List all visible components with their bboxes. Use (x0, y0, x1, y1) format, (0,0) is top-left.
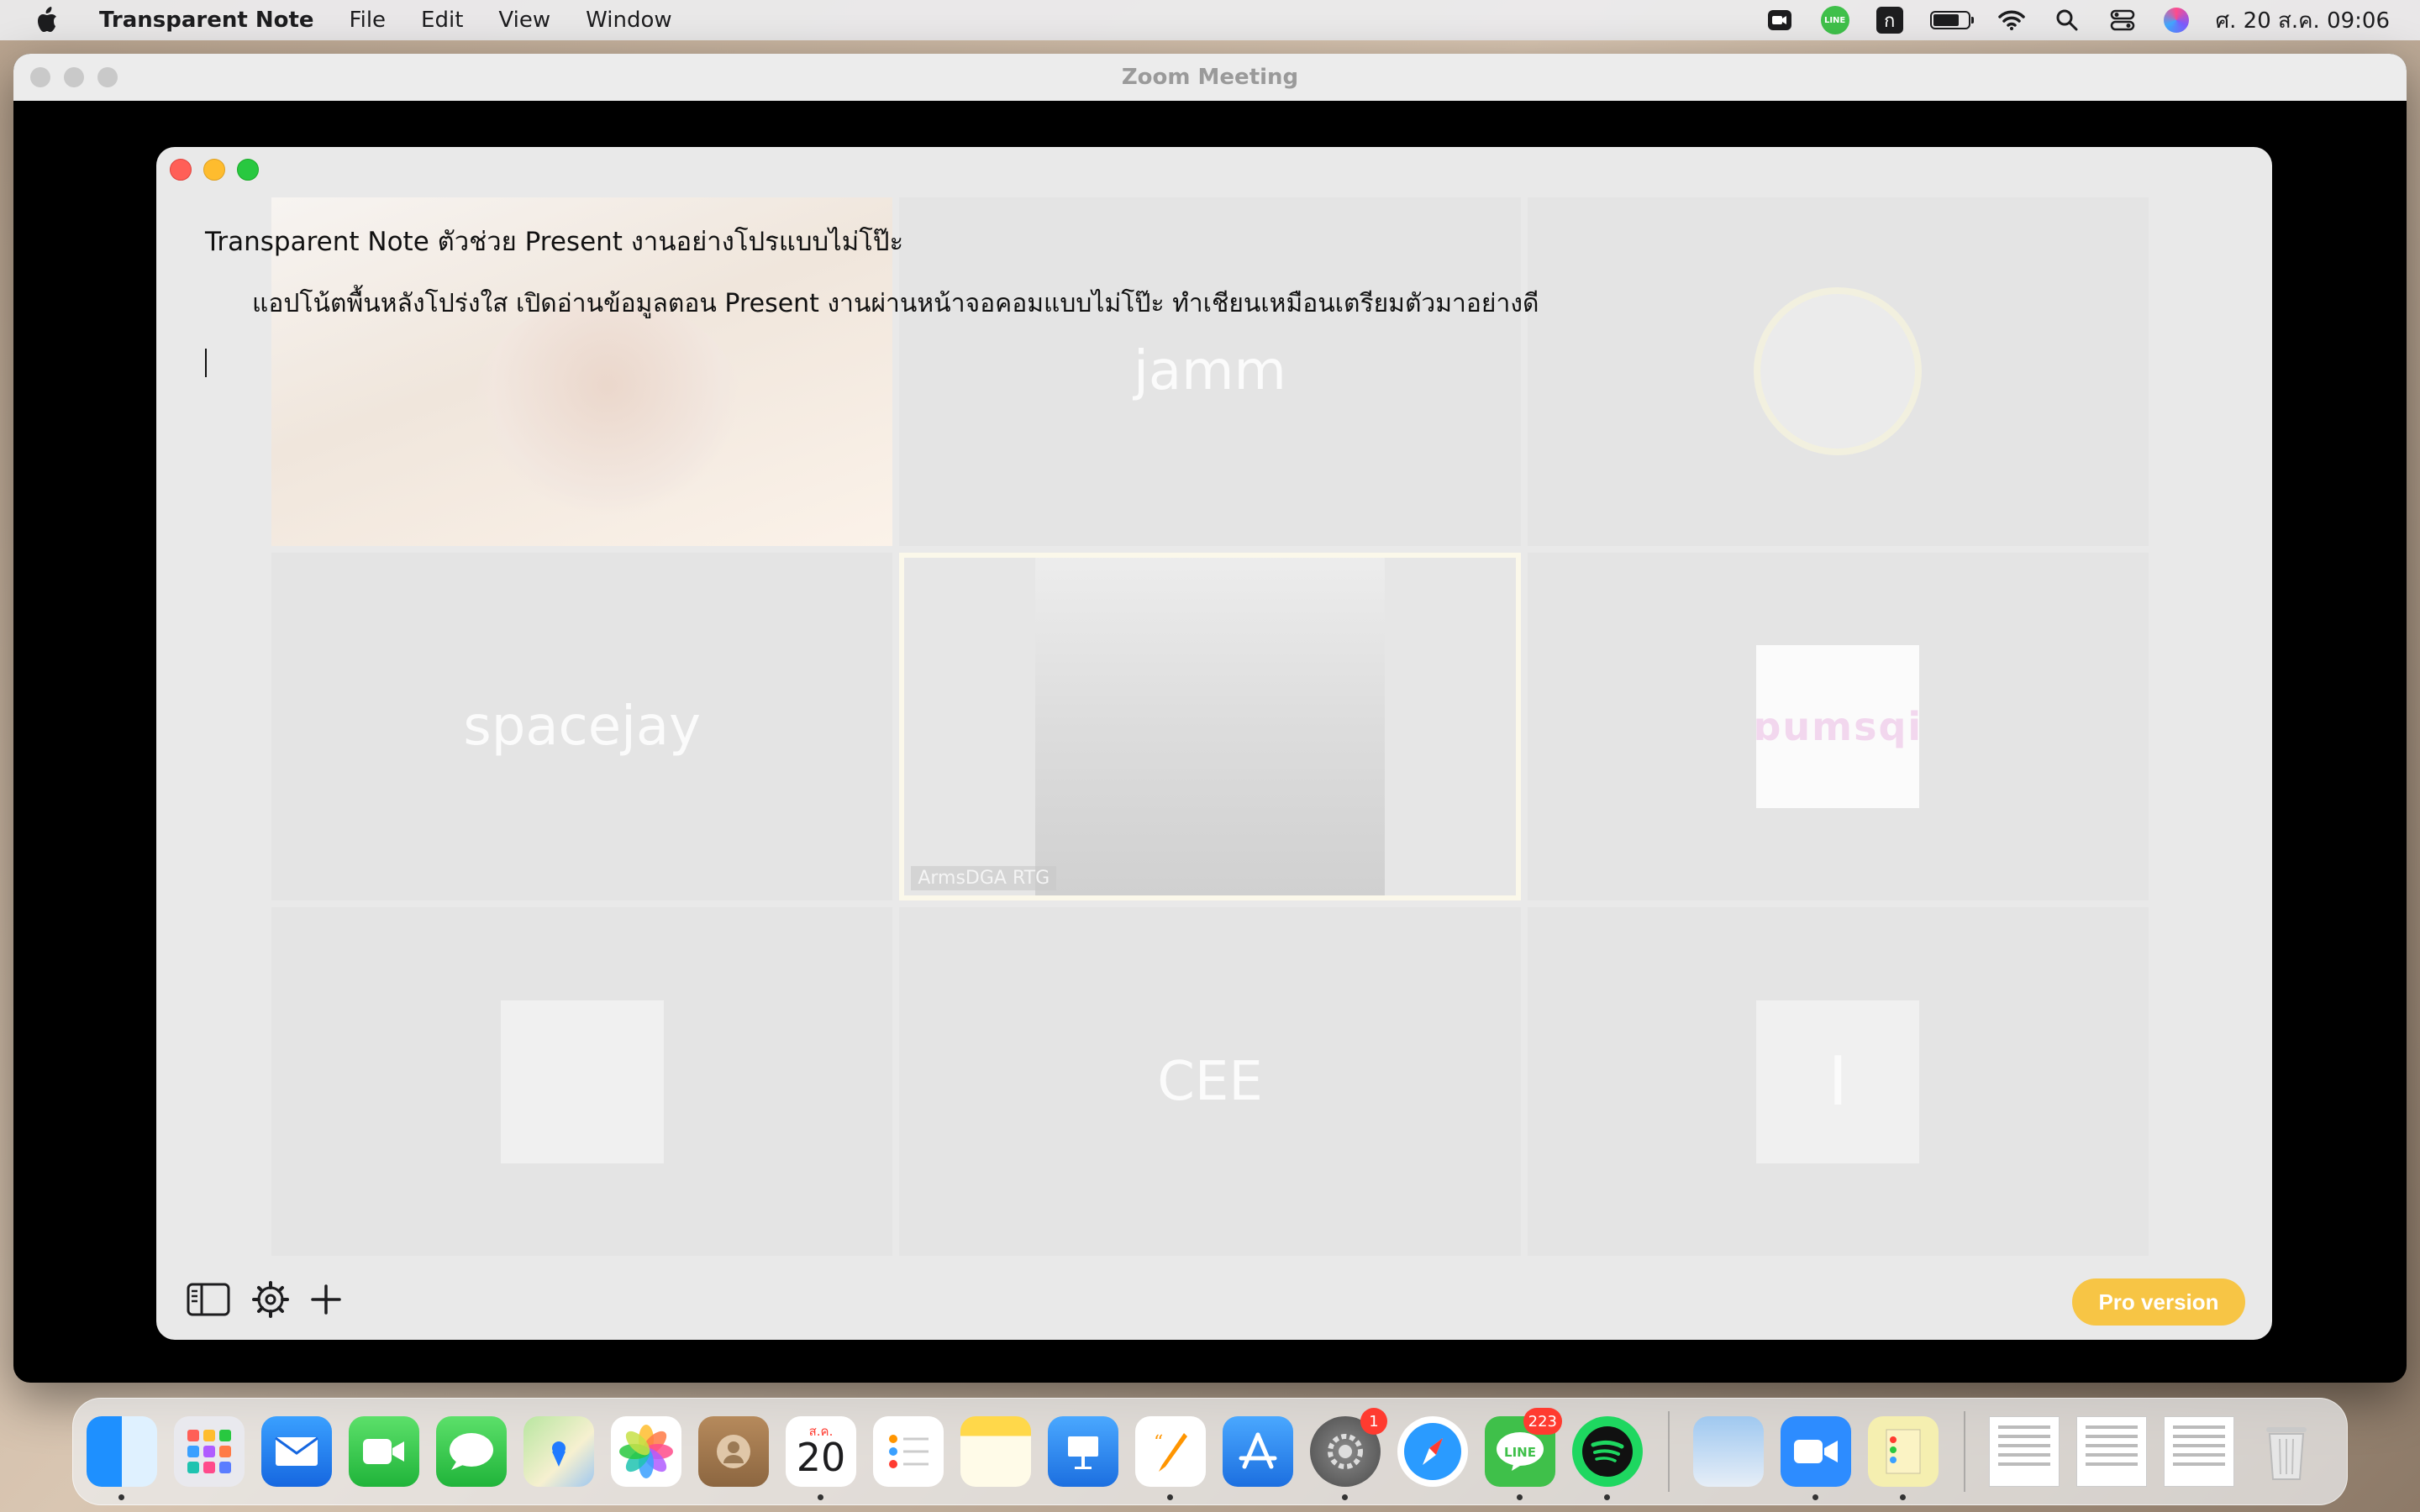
zoom-window-title: Zoom Meeting (1121, 65, 1299, 90)
participant-name: CEE (1157, 1050, 1263, 1113)
dock-document-3[interactable] (2164, 1416, 2234, 1487)
menu-bar: Transparent Note File Edit View Window L… (0, 0, 2420, 40)
dock-keynote-icon[interactable] (1048, 1416, 1118, 1487)
dock-safari-icon[interactable] (1397, 1416, 1468, 1487)
dock-notes-icon[interactable] (960, 1416, 1031, 1487)
notification-badge: 1 (1360, 1408, 1387, 1435)
dock-facetime-icon[interactable] (349, 1416, 419, 1487)
dock-calendar-icon[interactable]: ส.ค. 20 (786, 1416, 856, 1500)
zoom-minimize-button[interactable] (64, 67, 84, 87)
dock-document-2[interactable] (2076, 1416, 2147, 1487)
zoom-window-controls (30, 67, 131, 87)
menu-edit[interactable]: Edit (421, 8, 463, 33)
note-heading[interactable]: Transparent Note ตัวช่วย Present งานอย่า… (205, 223, 2238, 261)
participant-tile-active-speaker[interactable]: ArmsDGA RTG (899, 552, 1521, 901)
participant-avatar: ɒumsqi (1753, 644, 1921, 808)
note-minimize-button[interactable] (203, 159, 225, 181)
dock-maps-icon[interactable] (523, 1416, 594, 1487)
avatar-logo-text: ɒumsqi (1753, 703, 1923, 749)
note-body-text[interactable]: แอปโน้ตพื้นหลังโปร่งใส เปิดอ่านข้อมูลตอน… (252, 285, 2238, 323)
plus-icon[interactable] (304, 1279, 348, 1320)
dock-messages-icon[interactable] (436, 1416, 507, 1487)
note-toolbar: Pro version (156, 1259, 2272, 1340)
dock-separator (1964, 1411, 1965, 1492)
participant-avatar (500, 1000, 664, 1163)
dock-pages-icon[interactable]: “ (1135, 1416, 1206, 1500)
dock-document-1[interactable] (1989, 1416, 2060, 1487)
line-icon[interactable]: LINE (1820, 6, 1849, 34)
line-app-label: LINE (1504, 1445, 1536, 1460)
dock-trash-icon[interactable] (2251, 1416, 2322, 1487)
text-cursor (205, 349, 207, 377)
wifi-icon[interactable] (1997, 8, 2026, 33)
participant-tile-photo[interactable] (271, 907, 893, 1256)
dock-reminders-icon[interactable] (873, 1416, 944, 1487)
note-close-button[interactable] (170, 159, 192, 181)
note-editor[interactable]: Transparent Note ตัวช่วย Present งานอย่า… (205, 223, 2238, 377)
pro-version-button[interactable]: Pro version (2072, 1278, 2245, 1326)
zoom-fullscreen-button[interactable] (97, 67, 118, 87)
participant-tile-logo[interactable]: ɒumsqi (1527, 552, 2149, 901)
dock-photos-icon[interactable] (611, 1416, 681, 1487)
zoom-title-bar[interactable]: Zoom Meeting (13, 54, 2407, 101)
note-fullscreen-button[interactable] (237, 159, 259, 181)
menu-bar-clock[interactable]: ศ. 20 ส.ค. 09:06 (2216, 3, 2390, 38)
svg-text:“: “ (1154, 1432, 1163, 1453)
dock-mail-icon[interactable] (261, 1416, 332, 1487)
sidebar-icon[interactable] (187, 1279, 230, 1320)
keyboard-input-icon[interactable]: ก (1876, 7, 1903, 34)
dock-line-icon[interactable]: LINE 223 (1485, 1408, 1562, 1500)
participant-tile-i[interactable]: I (1527, 907, 2149, 1256)
dock-spotify-icon[interactable] (1572, 1416, 1643, 1500)
dock-zoom-icon[interactable] (1781, 1416, 1851, 1500)
participant-tile-cee[interactable]: CEE (899, 907, 1521, 1256)
video-camera-icon[interactable] (1765, 8, 1794, 33)
dock-app-store-icon[interactable] (1223, 1416, 1293, 1487)
dock-contacts-icon[interactable] (698, 1416, 769, 1487)
calendar-month: ส.ค. (808, 1424, 834, 1439)
participant-name: spacejay (463, 695, 701, 758)
menu-file[interactable]: File (350, 8, 387, 33)
dock-separator (1668, 1411, 1670, 1492)
dock: ส.ค. 20 “ 1 LINE 223 (72, 1398, 2348, 1505)
apple-menu-icon[interactable] (34, 3, 62, 37)
siri-icon[interactable] (2163, 8, 2189, 33)
note-window-controls (170, 159, 271, 181)
participant-avatar: I (1756, 1000, 1920, 1163)
menu-view[interactable]: View (498, 8, 550, 33)
control-center-icon[interactable] (2108, 8, 2137, 33)
participant-tile-spacejay[interactable]: spacejay (271, 552, 893, 901)
active-app-name[interactable]: Transparent Note (99, 8, 314, 33)
battery-icon[interactable] (1929, 11, 1974, 29)
participant-name-label: ArmsDGA RTG (911, 866, 1057, 891)
status-area: LINE ก ศ. 20 ส.ค. 09:06 (1739, 0, 2390, 40)
participant-video-feed (1034, 557, 1385, 896)
transparent-note-window: jamm spacejay ArmsDGA RTG ɒumsqi CEE I T… (156, 147, 2272, 1340)
gear-icon[interactable] (249, 1279, 292, 1320)
dock-launchpad-icon[interactable] (174, 1416, 245, 1487)
menu-window[interactable]: Window (586, 8, 672, 33)
dock-system-preferences-icon[interactable]: 1 (1310, 1408, 1387, 1500)
notification-badge: 223 (1523, 1408, 1562, 1435)
avatar-initial: I (1828, 1042, 1849, 1121)
zoom-close-button[interactable] (30, 67, 50, 87)
dock-finder-icon[interactable] (87, 1416, 157, 1500)
spotlight-search-icon[interactable] (2053, 8, 2081, 33)
dock-stickies-icon[interactable] (1868, 1416, 1939, 1500)
calendar-day: 20 (796, 1435, 846, 1480)
dock-preview-icon[interactable] (1693, 1416, 1764, 1487)
